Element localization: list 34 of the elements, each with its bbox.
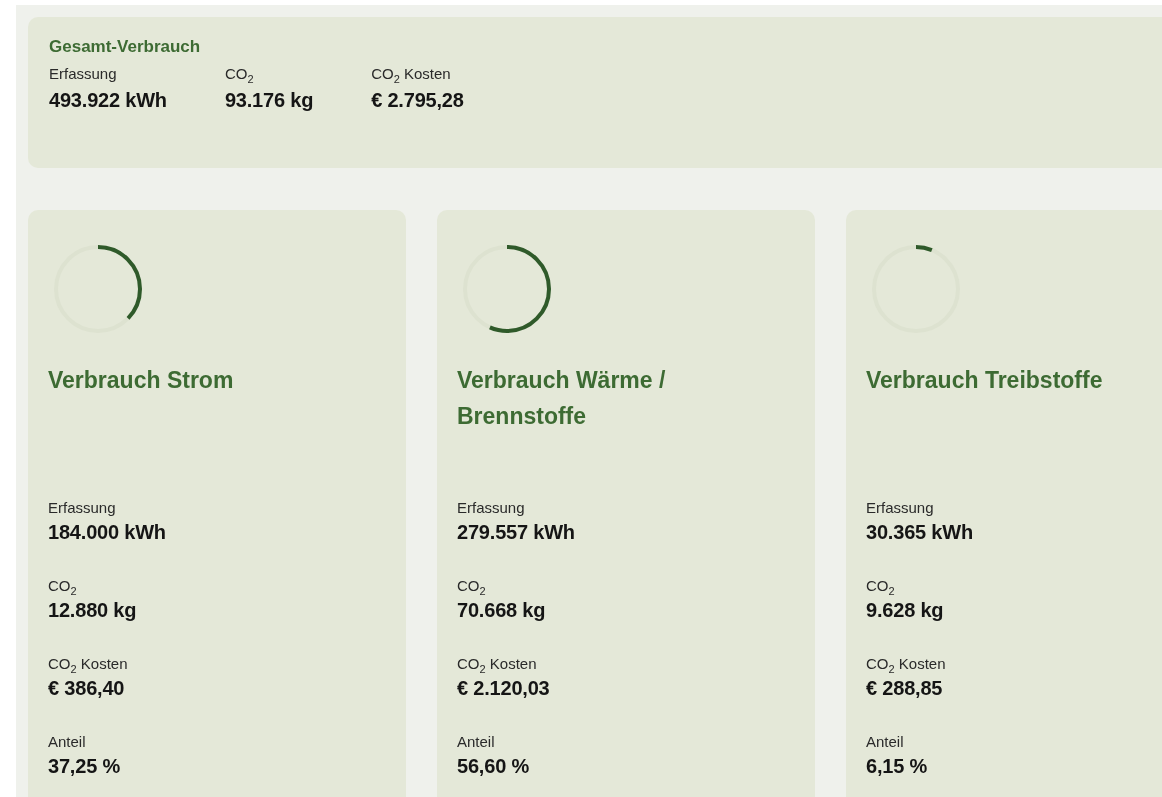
metric-label: Anteil <box>48 732 87 752</box>
metric-value: € 2.795,28 <box>371 88 464 113</box>
metric-label: Erfassung <box>49 64 118 84</box>
metric-label: CO$_{2}$ <box>866 576 896 596</box>
card-title: Verbrauch Treibstoffe <box>866 366 1104 395</box>
metric-label: Erfassung <box>866 498 935 518</box>
metric-label: CO$_{2}$ Kosten <box>457 654 538 674</box>
metric-label: Erfassung <box>457 498 526 518</box>
metric-value: 493.922 kWh <box>49 88 167 113</box>
metric-label: Anteil <box>866 732 905 752</box>
metric-value: € 2.120,03 <box>457 676 551 701</box>
metric-value: 6,15 % <box>866 754 929 779</box>
metric-label: CO$_{2}$ <box>457 576 487 596</box>
metric-label: CO$_{2}$ <box>48 576 78 596</box>
metric-value: 12.880 kg <box>48 598 138 623</box>
card-title: Verbrauch Wärme / Brennstoffe <box>457 366 667 431</box>
metric-value: 56,60 % <box>457 754 530 779</box>
metric-value: 279.557 kWh <box>457 520 576 545</box>
metric-value: 30.365 kWh <box>866 520 974 545</box>
metric-label: Erfassung <box>48 498 117 518</box>
metric-label: CO$_{2}$ Kosten <box>371 64 452 84</box>
metric-label: CO$_{2}$ <box>224 64 255 84</box>
metric-label: CO$_{2}$ Kosten <box>866 654 947 674</box>
metric-value: 184.000 kWh <box>48 520 167 545</box>
metric-label: Anteil <box>457 732 496 752</box>
metric-value: 93.176 kg <box>224 88 314 113</box>
summary-title: Gesamt-Verbrauch <box>49 37 202 57</box>
metric-value: 37,25 % <box>48 754 121 779</box>
metric-value: 70.668 kg <box>457 598 547 623</box>
card-title: Verbrauch Strom <box>48 366 235 395</box>
metric-label: CO$_{2}$ Kosten <box>48 654 129 674</box>
metric-value: € 288,85 <box>866 676 944 701</box>
metric-value: € 386,40 <box>48 676 126 701</box>
metric-value: 9.628 kg <box>866 598 945 623</box>
